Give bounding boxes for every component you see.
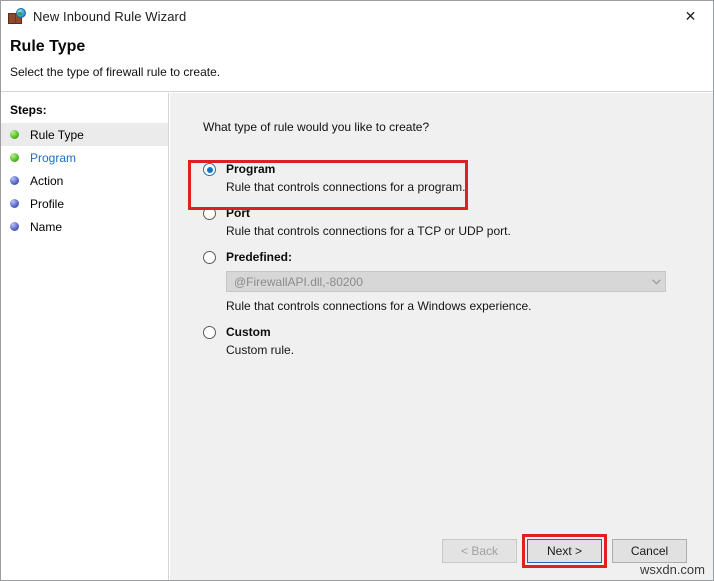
close-icon[interactable]: ✕ [668,1,713,31]
chevron-down-icon [647,272,665,291]
option-program-description: Rule that controls connections for a pro… [226,180,693,194]
step-bullet-icon [10,199,19,208]
page-subtitle: Select the type of firewall rule to crea… [10,65,220,79]
sidebar-item-label: Profile [30,197,64,211]
radio-program[interactable] [203,163,216,176]
radio-port[interactable] [203,207,216,220]
option-custom[interactable]: Custom Custom rule. [203,325,693,357]
wizard-window: New Inbound Rule Wizard ✕ Rule Type Sele… [0,0,714,581]
sidebar-item-label: Action [30,174,63,188]
step-bullet-icon [10,176,19,185]
firewall-icon [8,8,26,26]
sidebar-item-label: Name [30,220,62,234]
rule-type-question: What type of rule would you like to crea… [203,120,429,134]
predefined-dropdown-value: @FirewallAPI.dll,-80200 [227,275,363,289]
next-button[interactable]: Next > [527,539,602,563]
rule-type-radio-group: Program Rule that controls connections f… [203,162,693,361]
predefined-dropdown[interactable]: @FirewallAPI.dll,-80200 [226,271,666,292]
sidebar-item-label: Program [30,151,76,165]
title-bar: New Inbound Rule Wizard ✕ [1,1,713,32]
step-bullet-icon [10,130,19,139]
step-bullet-icon [10,222,19,231]
option-port-title: Port [226,206,250,220]
radio-predefined[interactable] [203,251,216,264]
sidebar-item-program[interactable]: Program [1,146,168,169]
radio-custom[interactable] [203,326,216,339]
option-custom-description: Custom rule. [226,343,693,357]
sidebar-item-rule-type[interactable]: Rule Type [1,123,168,146]
sidebar-item-profile[interactable]: Profile [1,192,168,215]
steps-sidebar: Steps: Rule Type Program Action Profile … [1,93,169,580]
option-predefined[interactable]: Predefined: @FirewallAPI.dll,-80200 Rule… [203,250,693,313]
page-title: Rule Type [10,38,85,56]
steps-heading: Steps: [10,103,168,117]
option-custom-title: Custom [226,325,271,339]
sidebar-item-name[interactable]: Name [1,215,168,238]
cancel-button[interactable]: Cancel [612,539,687,563]
option-predefined-title: Predefined: [226,250,292,264]
option-program[interactable]: Program Rule that controls connections f… [203,162,693,194]
option-port-description: Rule that controls connections for a TCP… [226,224,693,238]
main-content: What type of rule would you like to crea… [170,93,713,580]
option-program-title: Program [226,162,275,176]
watermark: wsxdn.com [640,562,705,577]
option-predefined-description: Rule that controls connections for a Win… [226,299,693,313]
sidebar-item-label: Rule Type [30,128,84,142]
step-bullet-icon [10,153,19,162]
sidebar-item-action[interactable]: Action [1,169,168,192]
back-button[interactable]: < Back [442,539,517,563]
window-title: New Inbound Rule Wizard [33,9,186,24]
page-header: Rule Type Select the type of firewall ru… [1,32,713,92]
option-port[interactable]: Port Rule that controls connections for … [203,206,693,238]
